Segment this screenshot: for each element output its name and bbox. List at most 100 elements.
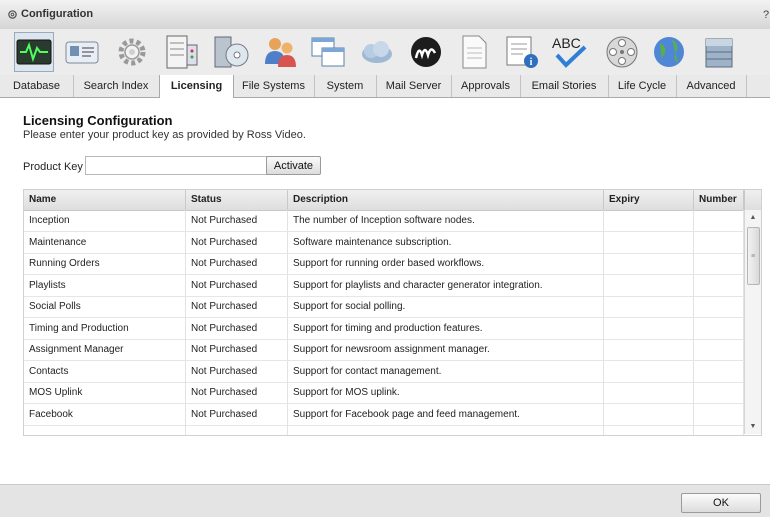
- cell-status: Not Purchased: [186, 296, 288, 317]
- header-corner: [744, 190, 761, 211]
- svg-text:i: i: [530, 57, 533, 68]
- globe-icon[interactable]: [650, 33, 688, 71]
- column-header-name[interactable]: Name: [24, 190, 186, 210]
- table-row-partial: [24, 425, 744, 435]
- cell-status: Not Purchased: [186, 382, 288, 403]
- table-row[interactable]: Timing and Production Not Purchased Suppor…: [24, 317, 744, 340]
- table-header: Name Status Description Expiry Number: [24, 190, 744, 211]
- scroll-thumb[interactable]: ≡: [747, 227, 760, 285]
- cell-number: [694, 253, 744, 274]
- cell-description: Support for MOS uplink.: [288, 382, 604, 403]
- cell-expiry: [604, 253, 694, 274]
- disc-icon[interactable]: [212, 33, 250, 71]
- cell-status: Not Purchased: [186, 403, 288, 425]
- cell-description: Support for Facebook page and feed manag…: [288, 403, 604, 425]
- table-row[interactable]: MOS Uplink Not Purchased Support for MOS u…: [24, 382, 744, 404]
- cell-description: Support for timing and production featur…: [288, 317, 604, 339]
- cell-expiry: [604, 210, 694, 231]
- product-key-label: Product Key: [23, 161, 83, 173]
- tab-licensing[interactable]: Licensing: [159, 75, 234, 98]
- cell-number: [694, 403, 744, 425]
- cloud-icon[interactable]: [357, 33, 395, 71]
- cell-status: Not Purchased: [186, 339, 288, 360]
- calendar-info-icon[interactable]: i: [503, 33, 541, 71]
- column-header-status[interactable]: Status: [186, 190, 288, 210]
- empty-cell: [604, 425, 694, 435]
- tab-mail-server[interactable]: Mail Server: [376, 75, 452, 97]
- table-row[interactable]: Assignment Manager Not Purchased Support f…: [24, 339, 744, 361]
- cell-number: [694, 382, 744, 403]
- cell-name: Maintenance: [24, 231, 186, 253]
- film-reel-icon[interactable]: [603, 33, 641, 71]
- svg-text:ABC: ABC: [552, 35, 581, 51]
- scroll-down-arrow-icon[interactable]: ▼: [745, 419, 761, 434]
- window-titlebar: Configuration ?: [0, 0, 770, 30]
- cell-name: Inception: [24, 210, 186, 231]
- table-row[interactable]: Maintenance Not Purchased Software mainten…: [24, 231, 744, 254]
- help-button[interactable]: ?: [763, 9, 769, 21]
- cell-number: [694, 360, 744, 382]
- tab-advanced[interactable]: Advanced: [676, 75, 747, 97]
- cell-name: Facebook: [24, 403, 186, 425]
- column-header-description[interactable]: Description: [288, 190, 604, 210]
- server-icon[interactable]: [163, 33, 201, 71]
- cell-description: Support for contact management.: [288, 360, 604, 382]
- tab-life-cycle[interactable]: Life Cycle: [608, 75, 677, 97]
- tab-approvals[interactable]: Approvals: [451, 75, 521, 97]
- cell-expiry: [604, 317, 694, 339]
- instructions-text: Please enter your product key as provide…: [23, 129, 306, 141]
- empty-cell: [186, 425, 288, 435]
- table-row[interactable]: Playlists Not Purchased Support for playli…: [24, 274, 744, 297]
- monitor-icon[interactable]: [14, 32, 54, 72]
- cell-description: Support for playlists and character gene…: [288, 274, 604, 296]
- product-key-input[interactable]: [85, 156, 268, 175]
- ok-button[interactable]: OK: [681, 493, 761, 513]
- windows-icon[interactable]: [309, 33, 347, 71]
- cell-name: Social Polls: [24, 296, 186, 317]
- document-icon[interactable]: [455, 33, 493, 71]
- cell-expiry: [604, 382, 694, 403]
- cell-description: The number of Inception software nodes.: [288, 210, 604, 231]
- cell-status: Not Purchased: [186, 274, 288, 296]
- tab-email-stories[interactable]: Email Stories: [520, 75, 609, 97]
- cell-expiry: [604, 403, 694, 425]
- cell-description: Software maintenance subscription.: [288, 231, 604, 253]
- tab-file-systems[interactable]: File Systems: [233, 75, 315, 97]
- table-scrollbar[interactable]: ▲ ≡ ▼: [744, 210, 761, 434]
- cell-expiry: [604, 360, 694, 382]
- activate-button[interactable]: Activate: [266, 156, 321, 175]
- column-header-number[interactable]: Number: [694, 190, 744, 210]
- tab-search-index[interactable]: Search Index: [73, 75, 160, 97]
- cell-description: Support for newsroom assignment manager.: [288, 339, 604, 360]
- tab-system[interactable]: System: [314, 75, 377, 97]
- archive-icon[interactable]: [700, 33, 738, 71]
- page-title: Licensing Configuration: [23, 113, 173, 128]
- licensing-panel: Licensing Configuration Please enter you…: [0, 98, 770, 484]
- column-header-expiry[interactable]: Expiry: [604, 190, 694, 210]
- cell-description: Support for social polling.: [288, 296, 604, 317]
- table-row[interactable]: Inception Not Purchased The number of Ince…: [24, 210, 744, 232]
- cell-name: Contacts: [24, 360, 186, 382]
- card-icon[interactable]: [63, 33, 101, 71]
- empty-cell: [24, 425, 186, 435]
- gear-icon: [8, 10, 17, 19]
- tab-database[interactable]: Database: [0, 75, 74, 97]
- spellcheck-icon[interactable]: ABC: [551, 33, 589, 71]
- cell-number: [694, 274, 744, 296]
- cell-status: Not Purchased: [186, 317, 288, 339]
- cell-status: Not Purchased: [186, 360, 288, 382]
- table-row[interactable]: Running Orders Not Purchased Support for r…: [24, 253, 744, 275]
- script-m-icon[interactable]: [407, 33, 445, 71]
- cell-name: Playlists: [24, 274, 186, 296]
- table-row[interactable]: Contacts Not Purchased Support for contact…: [24, 360, 744, 383]
- scroll-up-arrow-icon[interactable]: ▲: [745, 210, 761, 225]
- cell-number: [694, 317, 744, 339]
- cell-status: Not Purchased: [186, 210, 288, 231]
- users-icon[interactable]: [261, 33, 299, 71]
- table-row[interactable]: Facebook Not Purchased Support for Faceboo…: [24, 403, 744, 426]
- table-row[interactable]: Social Polls Not Purchased Support for soc…: [24, 296, 744, 318]
- cell-description: Support for running order based workflow…: [288, 253, 604, 274]
- cell-name: MOS Uplink: [24, 382, 186, 403]
- cell-expiry: [604, 274, 694, 296]
- gear-icon[interactable]: [113, 33, 151, 71]
